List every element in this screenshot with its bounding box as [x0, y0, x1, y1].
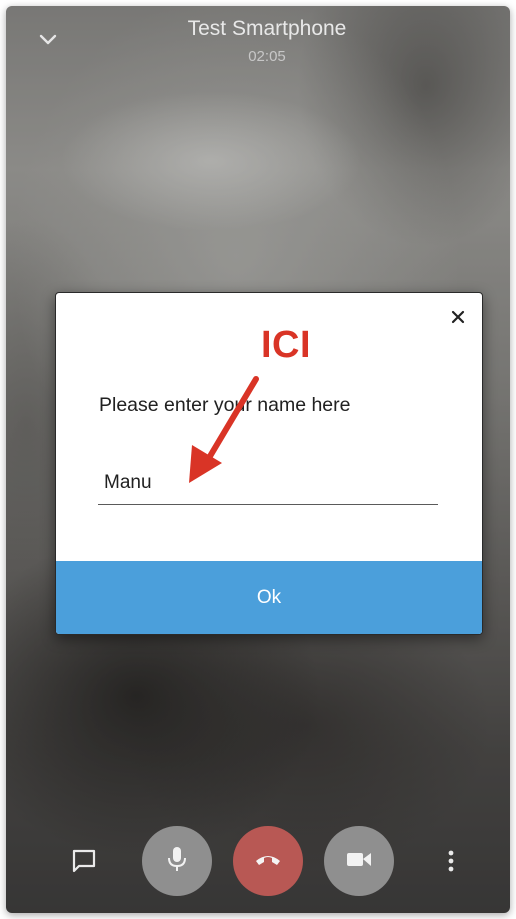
video-camera-icon: [344, 848, 374, 875]
ok-button[interactable]: Ok: [56, 561, 482, 634]
hang-up-button[interactable]: [233, 826, 303, 896]
close-icon[interactable]: [448, 307, 468, 327]
annotation-label: ICI: [261, 324, 312, 366]
microphone-icon: [164, 844, 190, 879]
phone-hangup-icon: [253, 849, 283, 874]
annotation-arrow-icon: [189, 376, 259, 483]
call-duration: 02:05: [248, 48, 286, 65]
call-control-bar: [6, 826, 510, 896]
call-screen: Test Smartphone 02:05 Please enter your …: [6, 6, 510, 913]
chat-bubble-icon[interactable]: [71, 848, 97, 874]
more-vertical-icon[interactable]: [439, 848, 463, 874]
contact-name: Test Smartphone: [187, 17, 347, 40]
camera-button[interactable]: [324, 826, 394, 896]
microphone-button[interactable]: [142, 826, 212, 896]
